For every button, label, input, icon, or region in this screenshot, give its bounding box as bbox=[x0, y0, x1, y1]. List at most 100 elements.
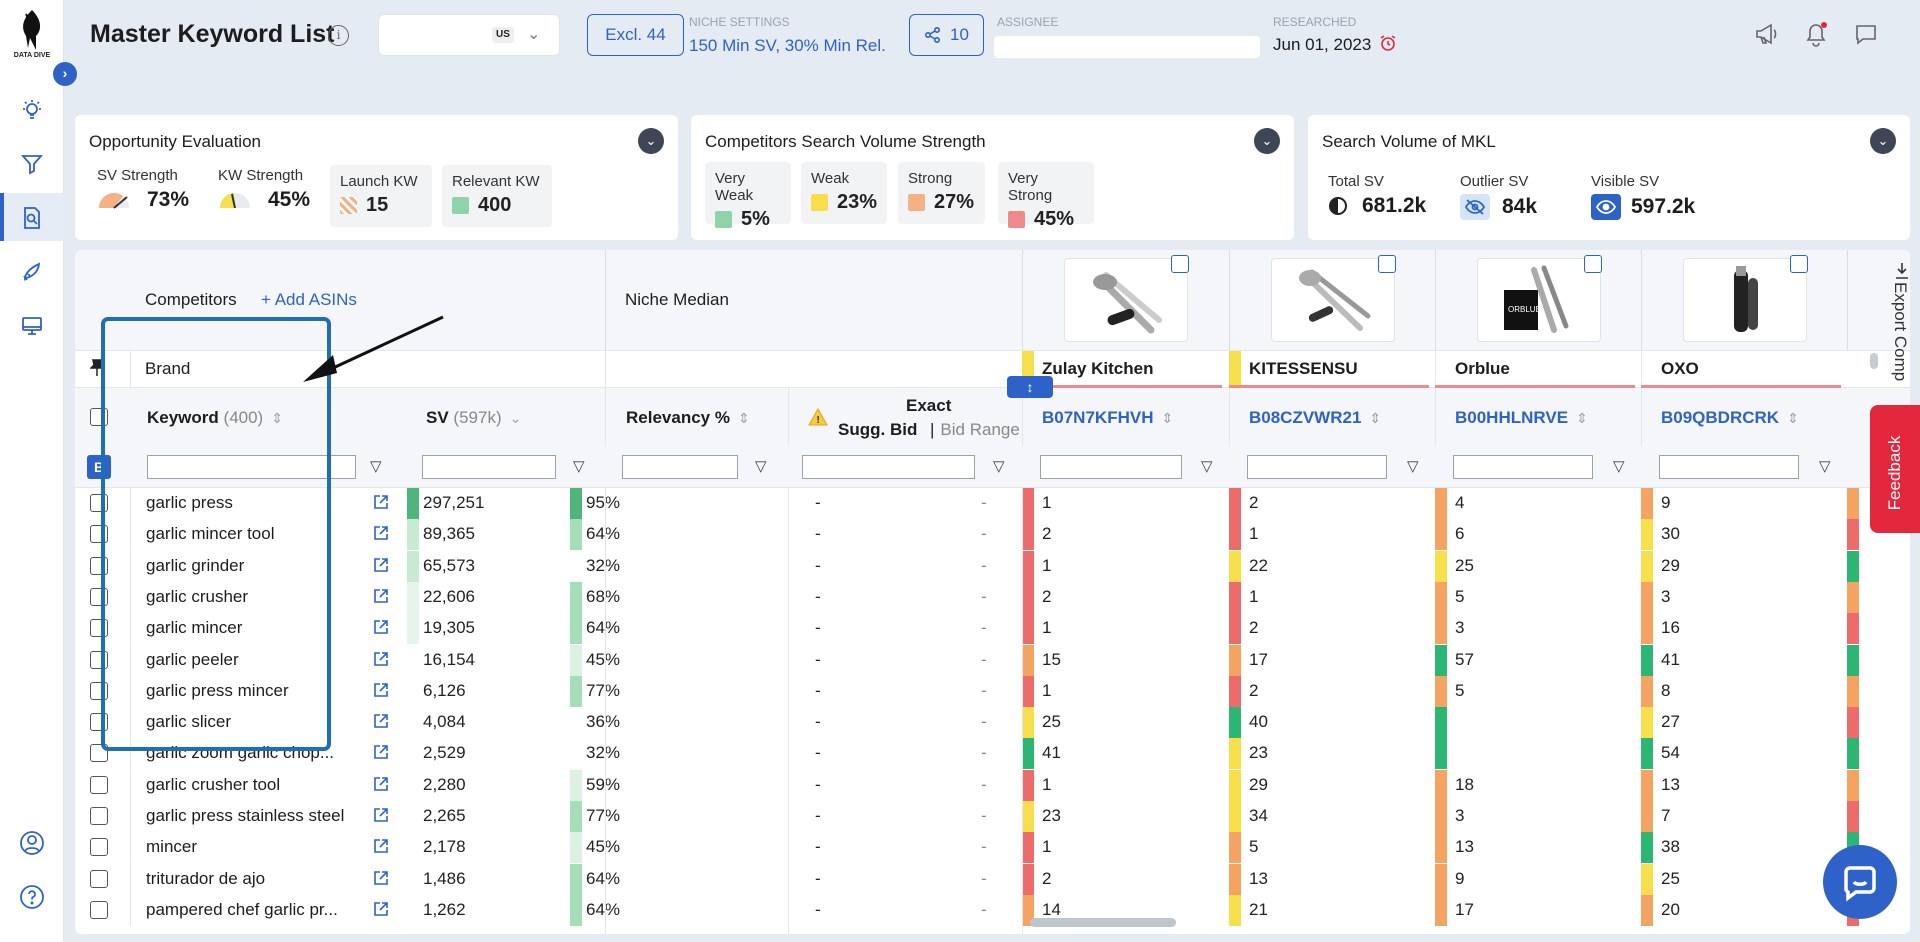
external-link-icon[interactable] bbox=[373, 901, 389, 917]
external-link-icon[interactable] bbox=[373, 807, 389, 823]
row-checkbox[interactable] bbox=[90, 775, 108, 794]
vertical-scrollbar[interactable] bbox=[1870, 353, 1878, 369]
share-button[interactable]: 10 bbox=[909, 14, 984, 56]
row-checkbox[interactable] bbox=[90, 556, 108, 575]
table-row[interactable]: garlic crusher 22,606 68% - - 2 1 5 3 bbox=[75, 581, 1910, 613]
table-row[interactable]: garlic mincer tool 89,365 64% - -2 1 6 30 bbox=[75, 519, 1910, 551]
lightbulb-icon[interactable] bbox=[18, 96, 46, 124]
help-icon[interactable] bbox=[18, 883, 46, 911]
external-link-icon[interactable] bbox=[373, 682, 389, 698]
product-image-1[interactable] bbox=[1064, 258, 1188, 342]
asin-header-1[interactable]: B07N7KFHVH ⇕ bbox=[1042, 408, 1173, 428]
row-checkbox[interactable] bbox=[90, 587, 108, 606]
row-checkbox[interactable] bbox=[90, 744, 108, 763]
row-checkbox[interactable] bbox=[90, 713, 108, 732]
product-image-3[interactable]: ORBLUE bbox=[1477, 258, 1601, 342]
megaphone-icon[interactable] bbox=[1754, 22, 1780, 52]
external-link-icon[interactable] bbox=[373, 870, 389, 886]
table-row[interactable]: garlic peeler 16,154 45% - - 15 17 57 41 bbox=[75, 644, 1910, 676]
product-checkbox-1[interactable] bbox=[1171, 255, 1189, 273]
sv-filter-input[interactable] bbox=[422, 455, 556, 479]
product-checkbox-2[interactable] bbox=[1378, 255, 1396, 273]
market-select[interactable]: US ⌄ bbox=[378, 14, 560, 56]
table-row[interactable]: garlic mincer 19,305 64% - - 1 2 3 16 bbox=[75, 613, 1910, 645]
filter-small-icon[interactable]: ▽ bbox=[1407, 457, 1419, 475]
relevancy-column-header[interactable]: Relevancy % ⇕ bbox=[626, 408, 750, 428]
table-row[interactable]: garlic grinder 65,573 32% - - 1 22 25 29 bbox=[75, 550, 1910, 582]
bell-icon[interactable] bbox=[1804, 22, 1828, 54]
row-checkbox[interactable] bbox=[90, 807, 108, 825]
sugg-bid-label[interactable]: Sugg. Bid bbox=[838, 420, 917, 440]
filter-small-icon[interactable]: ▽ bbox=[1201, 457, 1213, 475]
asin-header-4[interactable]: B09QBDRCRK ⇕ bbox=[1661, 408, 1799, 428]
b-badge[interactable]: B bbox=[87, 455, 111, 479]
product-checkbox-3[interactable] bbox=[1584, 255, 1602, 273]
external-link-icon[interactable] bbox=[373, 838, 389, 854]
support-chat-icon[interactable] bbox=[1823, 845, 1897, 919]
filter-small-icon[interactable]: ▽ bbox=[993, 457, 1005, 475]
asin-header-3[interactable]: B00HHLNRVE ⇕ bbox=[1455, 408, 1588, 428]
chevron-down-icon[interactable]: ⌄ bbox=[510, 410, 522, 426]
sort-icon[interactable]: ⇕ bbox=[271, 410, 283, 426]
relevancy-filter-input[interactable] bbox=[622, 455, 738, 479]
select-all-checkbox[interactable] bbox=[90, 408, 108, 426]
assignee-input[interactable] bbox=[994, 36, 1260, 58]
table-row[interactable]: pampered chef garlic pr... 1,262 64% - - 14 21… bbox=[75, 894, 1910, 926]
row-checkbox[interactable] bbox=[90, 619, 108, 638]
keyword-column-header[interactable]: Keyword (400) ⇕ bbox=[147, 408, 283, 428]
asin-header-2[interactable]: B08CZVWR21 ⇕ bbox=[1249, 408, 1381, 428]
external-link-icon[interactable] bbox=[373, 713, 389, 729]
table-row[interactable]: garlic zoom garlic chop... 2,529 32% - - 41 23… bbox=[75, 738, 1910, 770]
table-row[interactable]: garlic press mincer 6,126 77% - - 1 2 5 8 bbox=[75, 675, 1910, 707]
eye-off-icon[interactable] bbox=[1460, 194, 1490, 220]
external-link-icon[interactable] bbox=[373, 557, 389, 573]
external-link-icon[interactable] bbox=[373, 651, 389, 667]
sv-column-header[interactable]: SV (597k) ⌄ bbox=[426, 408, 521, 428]
filter-small-icon[interactable]: ▽ bbox=[1613, 457, 1625, 475]
filter-small-icon[interactable]: ▽ bbox=[370, 457, 382, 475]
rocket-icon[interactable] bbox=[18, 258, 46, 286]
row-checkbox[interactable] bbox=[90, 900, 108, 919]
external-link-icon[interactable] bbox=[373, 494, 389, 510]
table-row[interactable]: mincer 2,178 45% - - 1 5 13 38 bbox=[75, 832, 1910, 864]
filter-small-icon[interactable]: ▽ bbox=[573, 457, 585, 475]
bid-filter-input[interactable] bbox=[802, 455, 975, 479]
collapse-competitors-icon[interactable]: ⌄ bbox=[1254, 128, 1280, 154]
collapse-search-volume-icon[interactable]: ⌄ bbox=[1870, 128, 1896, 154]
row-checkbox[interactable] bbox=[90, 525, 108, 544]
niche-settings-link[interactable]: 150 Min SV, 30% Min Rel. bbox=[689, 36, 886, 56]
filter-small-icon[interactable]: ▽ bbox=[755, 457, 767, 475]
table-row[interactable]: triturador de ajo 1,486 64% - - 2 13 9 25 bbox=[75, 863, 1910, 895]
table-row[interactable]: garlic crusher tool 2,280 59% - - 1 29 18 13 bbox=[75, 769, 1910, 801]
horizontal-scrollbar[interactable] bbox=[1030, 918, 1176, 927]
alarm-icon[interactable] bbox=[1379, 34, 1397, 57]
external-link-icon[interactable] bbox=[373, 744, 389, 760]
collapse-opportunity-icon[interactable]: ⌄ bbox=[638, 128, 664, 154]
filter-icon[interactable] bbox=[18, 150, 46, 178]
filter-small-icon[interactable]: ▽ bbox=[1819, 457, 1831, 475]
logo-icon[interactable]: DATA DIVE bbox=[6, 8, 58, 66]
info-icon[interactable]: i bbox=[328, 25, 349, 46]
expand-icon[interactable]: › bbox=[53, 62, 77, 86]
row-checkbox[interactable] bbox=[90, 681, 108, 700]
external-link-icon[interactable] bbox=[373, 776, 389, 792]
product-image-4[interactable] bbox=[1683, 258, 1807, 342]
table-row[interactable]: garlic press stainless steel 2,265 77% - - 23… bbox=[75, 801, 1910, 832]
pin-icon[interactable] bbox=[89, 359, 105, 382]
row-checkbox[interactable] bbox=[90, 494, 108, 512]
feedback-tab[interactable]: Feedback bbox=[1870, 405, 1920, 533]
resize-handle[interactable]: ↕ bbox=[1007, 376, 1053, 398]
keyword-filter-input[interactable] bbox=[147, 455, 356, 479]
monitor-icon[interactable] bbox=[18, 312, 46, 340]
table-row[interactable]: garlic press 297,251 95% - - 1 2 4 9 bbox=[75, 488, 1910, 519]
external-link-icon[interactable] bbox=[373, 619, 389, 635]
chat-icon[interactable] bbox=[1854, 22, 1878, 52]
asin1-filter-input[interactable] bbox=[1040, 455, 1182, 479]
row-checkbox[interactable] bbox=[90, 838, 108, 857]
table-row[interactable]: garlic slicer 4,084 36% - - 25 40 27 bbox=[75, 707, 1910, 739]
bid-range-label[interactable]: | Bid Range bbox=[930, 420, 1020, 440]
user-icon[interactable] bbox=[18, 829, 46, 857]
row-checkbox[interactable] bbox=[90, 650, 108, 669]
external-link-icon[interactable] bbox=[373, 525, 389, 541]
row-checkbox[interactable] bbox=[90, 869, 108, 888]
